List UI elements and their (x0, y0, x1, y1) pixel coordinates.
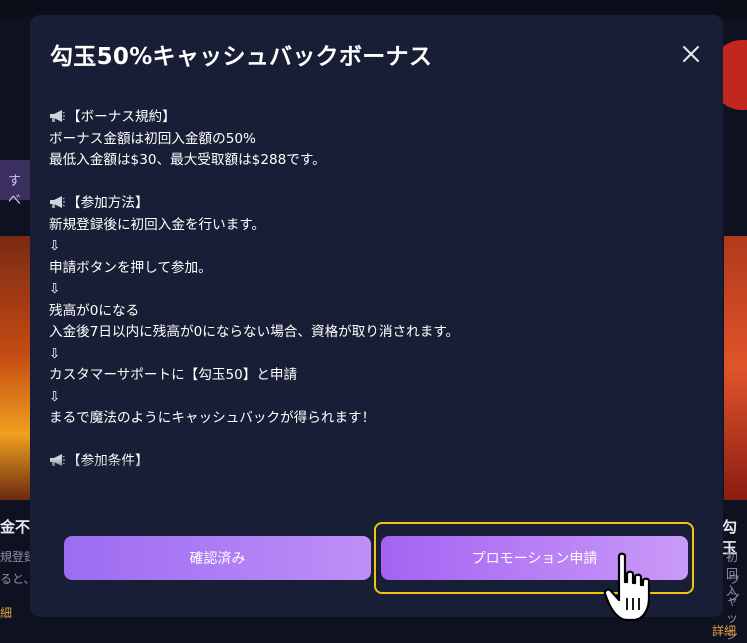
content-line: 【参加方法】 (49, 193, 689, 215)
background-search-strip: すべ (0, 160, 32, 208)
content-line (49, 172, 689, 194)
content-line-text: ⇩ (49, 238, 61, 254)
content-line: ⇩ (49, 387, 689, 409)
content-line: まるで魔法のようにキャッシュバックが得られます！ (49, 408, 689, 430)
content-line-text: 【ボーナス規約】 (67, 109, 176, 125)
content-line: 【ボーナス規約】 (49, 107, 689, 129)
background-card-heading-left: 金不 (0, 518, 31, 536)
modal-content: 【ボーナス規約】ボーナス金額は初回入金額の50% 最低入金額は$30、最大受取額は… (49, 107, 689, 477)
background-card-link-right[interactable]: 詳細 (712, 622, 736, 639)
content-line: ⇩ (49, 279, 689, 301)
close-icon (683, 46, 699, 62)
content-line: カスタマーサポートに【勾玉50】と申請 (49, 365, 689, 387)
background-strip-text: すべ (8, 174, 22, 208)
content-line: ⇩ (49, 236, 689, 258)
content-line: ボーナス金額は初回入金額の50% (49, 129, 689, 151)
content-line: 入金後7日以内に残高が0にならない場合、資格が取り消されます。 (49, 322, 689, 344)
megaphone-icon (50, 110, 65, 122)
content-line-text: ⇩ (49, 281, 61, 297)
content-line-text: ⇩ (49, 345, 61, 362)
content-line: 残高が0になる (49, 301, 689, 323)
content-line-text: 入金後7日以内に残高が0にならない場合、資格が取り消されます。 (49, 324, 460, 340)
confirmed-button[interactable]: 確認済み (64, 536, 371, 580)
confirmed-button-label: 確認済み (189, 551, 246, 567)
hand-cursor-icon (603, 552, 651, 622)
content-line: 新規登録後に初回入金を行います。 (49, 215, 689, 237)
content-line-text: 残高が0になる (49, 302, 140, 319)
megaphone-icon (50, 196, 65, 208)
content-line-text: ⇩ (49, 388, 61, 405)
background-promo-card-left[interactable] (0, 236, 30, 500)
background-promo-card-right[interactable] (724, 236, 747, 500)
content-line-text: ボーナス金額は初回入金額の50% (49, 130, 256, 147)
content-line: 最低入金額は$30、最大受取額は$288です。 (49, 150, 689, 172)
content-line (49, 430, 689, 452)
content-line-text: 申請ボタンを押して参加。 (49, 259, 212, 276)
content-line: ⇩ (49, 344, 689, 366)
content-line-text: カスタマーサポートに【勾玉50】と申請 (49, 367, 298, 383)
content-fade (49, 459, 689, 477)
close-button[interactable] (678, 41, 704, 67)
content-line-text: まるで魔法のようにキャッシュバックが得られます！ (49, 410, 376, 426)
content-line: 申請ボタンを押して参加。 (49, 258, 689, 280)
modal-title: 勾玉50%キャッシュバックボーナス (50, 44, 433, 70)
background-card-link-left[interactable]: 細 (0, 604, 12, 621)
content-line-text: 最低入金額は$30、最大受取額は$288です。 (49, 152, 326, 168)
content-line-text: 新規登録後に初回入金を行います。 (49, 216, 266, 233)
content-line-text: 【参加方法】 (67, 195, 149, 211)
